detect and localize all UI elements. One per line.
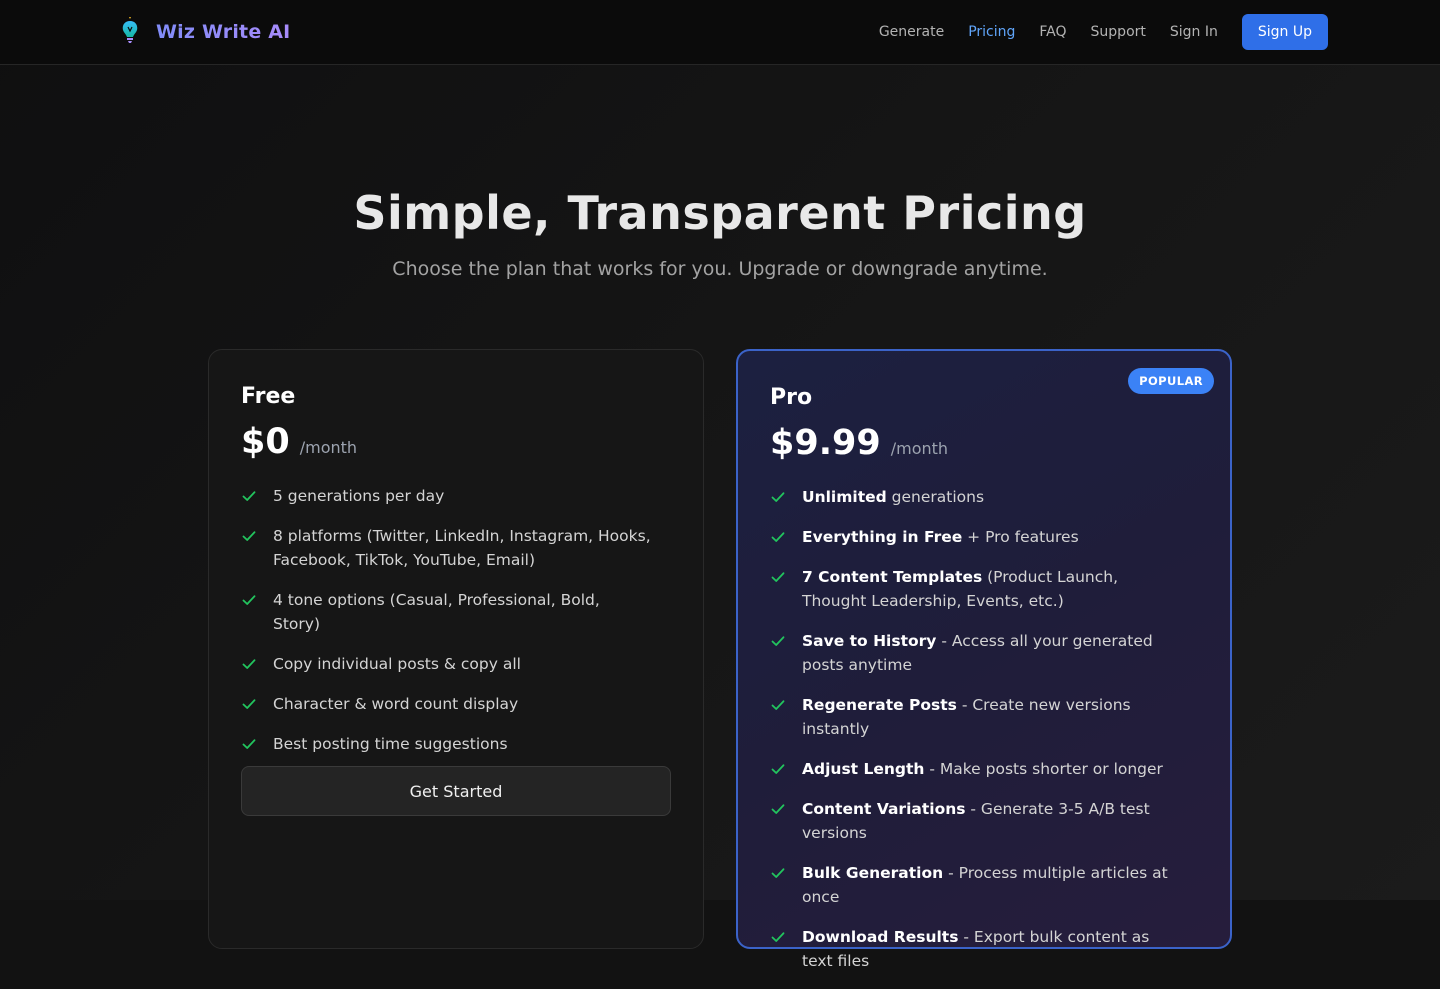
- feature-description: 8 platforms (Twitter, LinkedIn, Instagra…: [273, 527, 651, 569]
- price-row: $9.99 /month: [770, 423, 948, 463]
- check-icon: [241, 732, 259, 756]
- check-icon: [770, 861, 788, 885]
- feature-text: Copy individual posts & copy all: [273, 652, 521, 676]
- feature-text: Unlimited generations: [802, 485, 984, 509]
- nav-pricing[interactable]: Pricing: [968, 24, 1015, 40]
- feature-list: Unlimited generations Everything in Free …: [770, 485, 1180, 989]
- nav-support[interactable]: Support: [1091, 24, 1146, 40]
- check-icon: [770, 485, 788, 509]
- brand-name: Wiz Write AI: [156, 21, 291, 43]
- feature-item: Content Variations - Generate 3-5 A/B te…: [770, 797, 1180, 845]
- check-icon: [770, 757, 788, 781]
- feature-description: + Pro features: [962, 528, 1079, 546]
- feature-highlight: Unlimited: [802, 488, 887, 506]
- feature-item: Copy individual posts & copy all: [241, 652, 651, 676]
- feature-item: Save to History - Access all your genera…: [770, 629, 1180, 677]
- feature-item: 4 tone options (Casual, Professional, Bo…: [241, 588, 651, 636]
- check-icon: [770, 797, 788, 821]
- check-icon: [770, 693, 788, 717]
- wizard-bulb-icon: [118, 16, 142, 48]
- feature-highlight: Save to History: [802, 632, 937, 650]
- check-icon: [241, 524, 259, 548]
- feature-text: Everything in Free + Pro features: [802, 525, 1079, 549]
- free-plan-card: Free $0 /month 5 generations per day 8 pl…: [208, 349, 704, 949]
- plan-name: Free: [241, 384, 296, 409]
- sign-up-button[interactable]: Sign Up: [1241, 14, 1328, 50]
- feature-text: Content Variations - Generate 3-5 A/B te…: [802, 797, 1180, 845]
- feature-description: - Make posts shorter or longer: [924, 760, 1163, 778]
- feature-item: Everything in Free + Pro features: [770, 525, 1180, 549]
- feature-highlight: Regenerate Posts: [802, 696, 957, 714]
- feature-list: 5 generations per day 8 platforms (Twitte…: [241, 484, 651, 772]
- page-subtitle: Choose the plan that works for you. Upgr…: [392, 258, 1048, 280]
- feature-highlight: Content Variations: [802, 800, 966, 818]
- check-icon: [770, 925, 788, 949]
- feature-highlight: Adjust Length: [802, 760, 925, 778]
- check-icon: [241, 652, 259, 676]
- page-title: Simple, Transparent Pricing: [353, 186, 1087, 240]
- feature-description: generations: [886, 488, 985, 506]
- feature-highlight: Bulk Generation: [802, 864, 944, 882]
- popular-badge: POPULAR: [1128, 368, 1214, 394]
- check-icon: [770, 525, 788, 549]
- feature-text: 4 tone options (Casual, Professional, Bo…: [273, 588, 651, 636]
- feature-description: 5 generations per day: [273, 487, 445, 505]
- feature-item: Adjust Length - Make posts shorter or lo…: [770, 757, 1180, 781]
- plan-price: $0: [241, 422, 290, 462]
- feature-description: Copy individual posts & copy all: [273, 655, 521, 673]
- feature-description: Character & word count display: [273, 695, 519, 713]
- feature-description: Best posting time suggestions: [273, 735, 508, 753]
- plan-period: /month: [890, 439, 949, 458]
- feature-item: Regenerate Posts - Create new versions i…: [770, 693, 1180, 741]
- site-header: Wiz Write AI Generate Pricing FAQ Suppor…: [0, 0, 1440, 65]
- feature-description: 4 tone options (Casual, Professional, Bo…: [273, 591, 600, 633]
- feature-highlight: 7 Content Templates: [802, 568, 983, 586]
- feature-text: Best posting time suggestions: [273, 732, 508, 756]
- feature-text: 5 generations per day: [273, 484, 444, 508]
- feature-item: Character & word count display: [241, 692, 651, 716]
- pro-plan-card: POPULAR Pro $9.99 /month Unlimited gener…: [736, 349, 1232, 970]
- feature-text: Download Results - Export bulk content a…: [802, 925, 1180, 973]
- nav-faq[interactable]: FAQ: [1039, 24, 1066, 40]
- feature-highlight: Everything in Free: [802, 528, 963, 546]
- check-icon: [770, 629, 788, 653]
- feature-item: 8 platforms (Twitter, LinkedIn, Instagra…: [241, 524, 651, 572]
- nav-sign-in[interactable]: Sign In: [1170, 24, 1218, 40]
- feature-item: 7 Content Templates (Product Launch, Tho…: [770, 565, 1180, 613]
- price-row: $0 /month: [241, 422, 357, 462]
- feature-item: 5 generations per day: [241, 484, 651, 508]
- feature-text: Adjust Length - Make posts shorter or lo…: [802, 757, 1163, 781]
- check-icon: [241, 692, 259, 716]
- feature-item: Download Results - Export bulk content a…: [770, 925, 1180, 973]
- main-nav: Generate Pricing FAQ Support Sign In Sig…: [855, 14, 1328, 50]
- plan-name: Pro: [770, 385, 813, 410]
- plan-price: $9.99: [770, 423, 881, 463]
- feature-text: Save to History - Access all your genera…: [802, 629, 1180, 677]
- feature-item: Best posting time suggestions: [241, 732, 651, 756]
- get-started-button[interactable]: Get Started: [241, 766, 671, 816]
- check-icon: [241, 588, 259, 612]
- check-icon: [241, 484, 259, 508]
- feature-text: Bulk Generation - Process multiple artic…: [802, 861, 1180, 909]
- brand-logo-link[interactable]: Wiz Write AI: [118, 16, 290, 48]
- plan-period: /month: [299, 438, 358, 457]
- check-icon: [770, 565, 788, 589]
- feature-item: Bulk Generation - Process multiple artic…: [770, 861, 1180, 909]
- nav-generate[interactable]: Generate: [879, 24, 944, 40]
- feature-item: Unlimited generations: [770, 485, 1180, 509]
- feature-highlight: Download Results: [802, 928, 959, 946]
- feature-text: Character & word count display: [273, 692, 518, 716]
- feature-text: 7 Content Templates (Product Launch, Tho…: [802, 565, 1180, 613]
- feature-text: Regenerate Posts - Create new versions i…: [802, 693, 1180, 741]
- feature-text: 8 platforms (Twitter, LinkedIn, Instagra…: [273, 524, 651, 572]
